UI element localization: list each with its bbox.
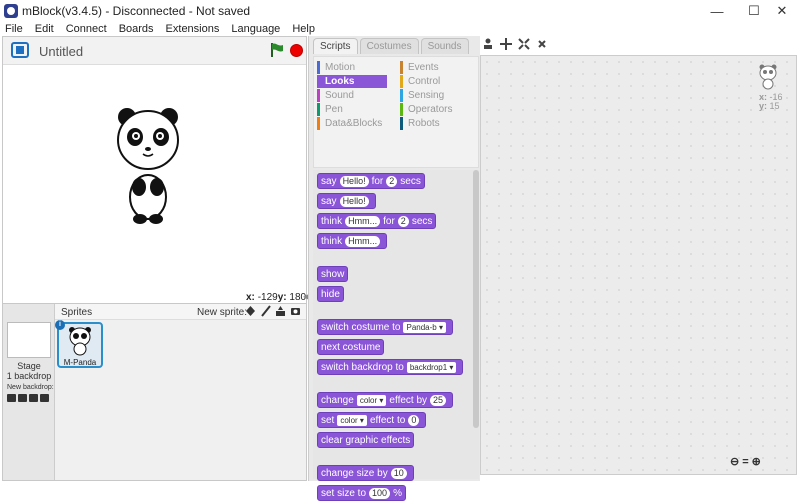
category-events[interactable]: Events — [400, 61, 470, 74]
sprite-position-readout: x: -16 y: 15 — [759, 92, 783, 111]
category-sensing[interactable]: Sensing — [400, 89, 470, 102]
paint-sprite-icon[interactable] — [260, 305, 271, 317]
stage-toolbar — [482, 38, 548, 50]
upload-backdrop-icon[interactable] — [29, 394, 38, 402]
tab-scripts[interactable]: Scripts — [313, 38, 358, 54]
shrink-icon[interactable] — [536, 38, 548, 50]
blocks-palette: say Hello! for 2 secs say Hello! think Hmm... f… — [313, 170, 479, 501]
category-data-blocks[interactable]: Data&Blocks — [317, 117, 397, 130]
script-area[interactable] — [480, 55, 797, 475]
sprites-panel: Stage 1 backdrop New backdrop: Sprites N… — [2, 303, 307, 481]
zoom-in-icon[interactable]: ⊕ — [752, 455, 761, 468]
menu-boards[interactable]: Boards — [119, 23, 154, 35]
block-hide[interactable]: hide — [317, 286, 344, 302]
palette-scrollbar[interactable] — [473, 170, 479, 428]
block-say-for-secs[interactable]: say Hello! for 2 secs — [317, 173, 425, 189]
stop-icon[interactable] — [290, 44, 303, 57]
new-backdrop-label: New backdrop: — [7, 384, 54, 391]
block-set-effect[interactable]: setcoloreffect to0 — [317, 412, 427, 428]
tab-costumes[interactable]: Costumes — [359, 38, 419, 54]
block-change-effect[interactable]: changecoloreffect by25 — [317, 392, 454, 408]
category-operators[interactable]: Operators — [400, 103, 470, 116]
grow-icon[interactable] — [518, 38, 530, 50]
zoom-reset-icon[interactable]: = — [742, 456, 748, 468]
block-switch-costume[interactable]: switch costume to Panda-b — [317, 319, 453, 335]
block-say[interactable]: say Hello! — [317, 193, 376, 209]
block-next-costume[interactable]: next costume — [317, 339, 385, 355]
menu-file[interactable]: File — [5, 23, 23, 35]
panda-sprite[interactable] — [115, 105, 181, 229]
upload-sprite-icon[interactable] — [275, 305, 286, 317]
camera-backdrop-icon[interactable] — [40, 394, 49, 402]
stamp-icon[interactable] — [482, 38, 494, 50]
window-title: mBlock(v3.4.5) - Disconnected - Not save… — [22, 4, 251, 18]
category-looks[interactable]: Looks — [317, 75, 387, 88]
category-list: Motion Looks Sound Pen Data&Blocks Event… — [313, 56, 479, 168]
close-button[interactable]: ✕ — [765, 0, 799, 22]
menu-edit[interactable]: Edit — [35, 23, 54, 35]
category-robots[interactable]: Robots — [400, 117, 470, 130]
stage-thumbnail[interactable] — [7, 322, 51, 358]
category-control[interactable]: Control — [400, 75, 470, 88]
tab-sounds[interactable]: Sounds — [420, 38, 469, 54]
new-sprite-label: New sprite: — [197, 307, 248, 318]
block-show[interactable]: show — [317, 266, 349, 282]
menu-bar: File Edit Connect Boards Extensions Lang… — [0, 22, 799, 36]
block-change-size[interactable]: change size by 10 — [317, 465, 414, 481]
project-title[interactable]: Untitled — [39, 44, 83, 59]
category-motion[interactable]: Motion — [317, 61, 387, 74]
sprite-tile-m-panda[interactable]: i M-Panda — [55, 320, 103, 368]
title-bar: mBlock(v3.4.5) - Disconnected - Not save… — [0, 0, 799, 22]
stage-coordinates: x: -129y: 180 — [246, 292, 307, 303]
camera-sprite-icon[interactable] — [290, 305, 301, 317]
paint-backdrop-icon[interactable] — [7, 394, 16, 402]
fullscreen-icon[interactable] — [11, 42, 29, 58]
green-flag-icon[interactable] — [269, 42, 285, 58]
sprites-label: Sprites — [61, 307, 93, 318]
stage-label: Stage 1 backdrop — [6, 361, 52, 381]
sprite-library-icon[interactable] — [245, 305, 256, 317]
sprite-info-icon[interactable]: i — [55, 320, 65, 330]
menu-connect[interactable]: Connect — [66, 23, 107, 35]
move-icon[interactable] — [500, 38, 512, 50]
sprites-header: Sprites New sprite: — [55, 304, 306, 320]
category-pen[interactable]: Pen — [317, 103, 387, 116]
new-backdrop-icons — [7, 394, 49, 402]
block-think-for-secs[interactable]: think Hmm... for 2 secs — [317, 213, 437, 229]
library-backdrop-icon[interactable] — [18, 394, 27, 402]
block-set-size[interactable]: set size to 100% — [317, 485, 406, 501]
stage-panel: Untitled — [2, 36, 307, 304]
block-switch-backdrop[interactable]: switch backdrop to backdrop1 — [317, 359, 464, 375]
stage-header: Untitled — [3, 37, 306, 65]
sprite-name: M-Panda — [63, 358, 97, 367]
new-sprite-icons — [245, 305, 301, 317]
tab-bar: Scripts Costumes Sounds — [313, 38, 471, 54]
stage-column: Stage 1 backdrop New backdrop: — [3, 304, 55, 480]
menu-language[interactable]: Language — [231, 23, 280, 35]
block-think[interactable]: think Hmm... — [317, 233, 388, 249]
category-sound[interactable]: Sound — [317, 89, 387, 102]
sprite-corner-thumbnail-icon — [759, 64, 777, 90]
panda-thumbnail-icon — [69, 327, 91, 356]
zoom-controls: ⊖ = ⊕ — [730, 455, 761, 469]
menu-extensions[interactable]: Extensions — [166, 23, 220, 35]
mblock-app-icon — [4, 4, 18, 18]
block-palette-panel: Scripts Costumes Sounds Motion Looks Sou… — [308, 36, 480, 501]
menu-help[interactable]: Help — [292, 23, 315, 35]
zoom-out-icon[interactable]: ⊖ — [730, 455, 739, 468]
block-clear-graphic-effects[interactable]: clear graphic effects — [317, 432, 415, 448]
minimize-button[interactable]: — — [700, 0, 734, 22]
